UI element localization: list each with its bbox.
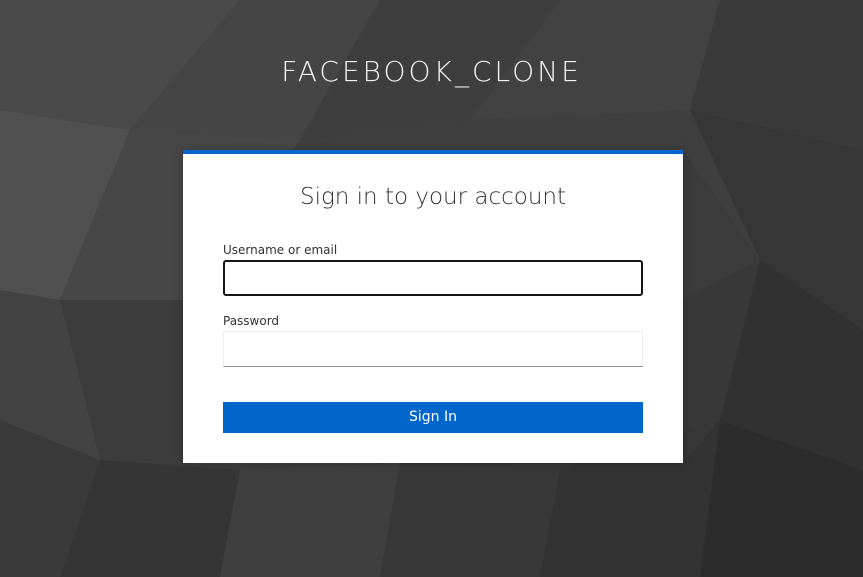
sign-in-button[interactable]: Sign In bbox=[223, 402, 643, 433]
password-label: Password bbox=[223, 314, 280, 328]
login-card: Sign in to your account Username or emai… bbox=[183, 150, 683, 463]
username-input[interactable] bbox=[223, 260, 643, 296]
login-heading: Sign in to your account bbox=[299, 184, 567, 210]
username-label: Username or email bbox=[223, 243, 338, 257]
password-input[interactable] bbox=[223, 331, 643, 367]
brand-title: FACEBOOK_CLONE bbox=[281, 55, 582, 88]
